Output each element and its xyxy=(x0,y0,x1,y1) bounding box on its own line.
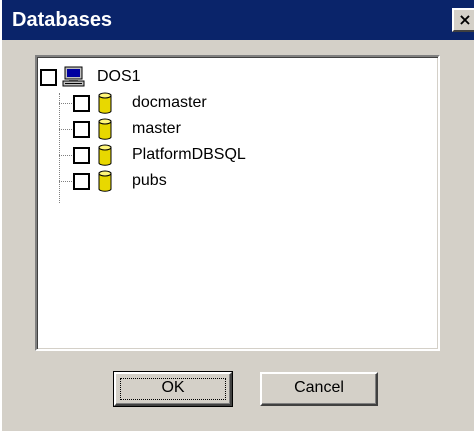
title-bar[interactable]: Databases × xyxy=(2,0,474,40)
ok-button[interactable]: OK xyxy=(113,371,233,407)
tree-node-database[interactable]: PlatformDBSQL xyxy=(37,143,337,167)
database-checkbox[interactable] xyxy=(73,147,90,164)
database-label: PlatformDBSQL xyxy=(132,146,246,163)
database-icon xyxy=(98,92,112,119)
computer-icon xyxy=(62,66,86,93)
database-checkbox[interactable] xyxy=(73,95,90,112)
tree-node-database[interactable]: docmaster xyxy=(37,91,337,115)
root-label: DOS1 xyxy=(97,68,141,85)
database-tree[interactable]: DOS1 docmaster master PlatformDBSQL pubs xyxy=(35,55,440,351)
database-label: pubs xyxy=(132,172,167,189)
window-title: Databases xyxy=(12,9,113,31)
database-label: docmaster xyxy=(132,94,207,111)
databases-dialog: Databases × DOS1 docmaster master Platfo… xyxy=(0,0,474,431)
database-checkbox[interactable] xyxy=(73,121,90,138)
root-checkbox[interactable] xyxy=(40,69,57,86)
database-label: master xyxy=(132,120,181,137)
database-checkbox[interactable] xyxy=(73,173,90,190)
cancel-button-label: Cancel xyxy=(294,379,344,396)
close-icon: × xyxy=(458,10,472,29)
database-icon xyxy=(98,170,112,197)
tree-node-database[interactable]: master xyxy=(37,117,337,141)
tree-node-database[interactable]: pubs xyxy=(37,169,337,193)
focus-rectangle xyxy=(120,378,226,400)
database-icon xyxy=(98,118,112,145)
close-button[interactable]: × xyxy=(452,8,474,32)
database-icon xyxy=(98,144,112,171)
cancel-button[interactable]: Cancel xyxy=(260,372,378,406)
tree-node-root[interactable]: DOS1 xyxy=(37,65,237,89)
